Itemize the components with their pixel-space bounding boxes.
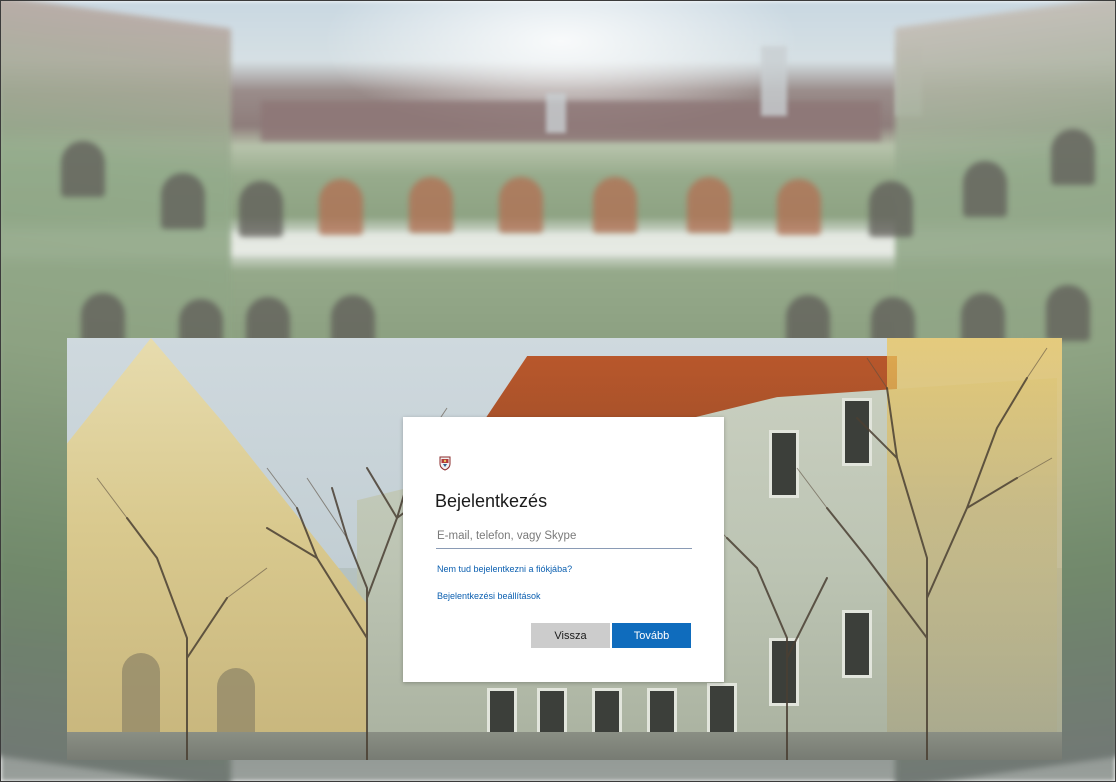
background-chimney [546, 93, 566, 133]
background-window [61, 141, 105, 197]
background-window [409, 177, 453, 233]
background-roof [261, 101, 881, 141]
background-window [239, 181, 283, 237]
university-crest-icon [439, 456, 451, 471]
signin-options-link[interactable]: Bejelentkezési beállítások [437, 591, 541, 601]
back-button[interactable]: Vissza [531, 623, 610, 648]
background-window [1051, 129, 1095, 185]
background-chimney [761, 46, 787, 116]
background-window [319, 179, 363, 235]
email-field[interactable] [436, 524, 692, 549]
background-window [161, 173, 205, 229]
background-window [869, 181, 913, 237]
background-window [593, 177, 637, 233]
cant-access-account-link[interactable]: Nem tud bejelentkezni a fiókjába? [437, 564, 572, 574]
background-window [1046, 285, 1090, 341]
background-window [963, 161, 1007, 217]
next-button[interactable]: Tovább [612, 623, 691, 648]
screenshot-frame: Bejelentkezés Nem tud bejelentkezni a fi… [0, 0, 1116, 782]
background-window [777, 179, 821, 235]
background-window [687, 177, 731, 233]
background-window [499, 177, 543, 233]
signin-dialog: Bejelentkezés Nem tud bejelentkezni a fi… [403, 417, 724, 682]
page-title: Bejelentkezés [435, 491, 548, 511]
